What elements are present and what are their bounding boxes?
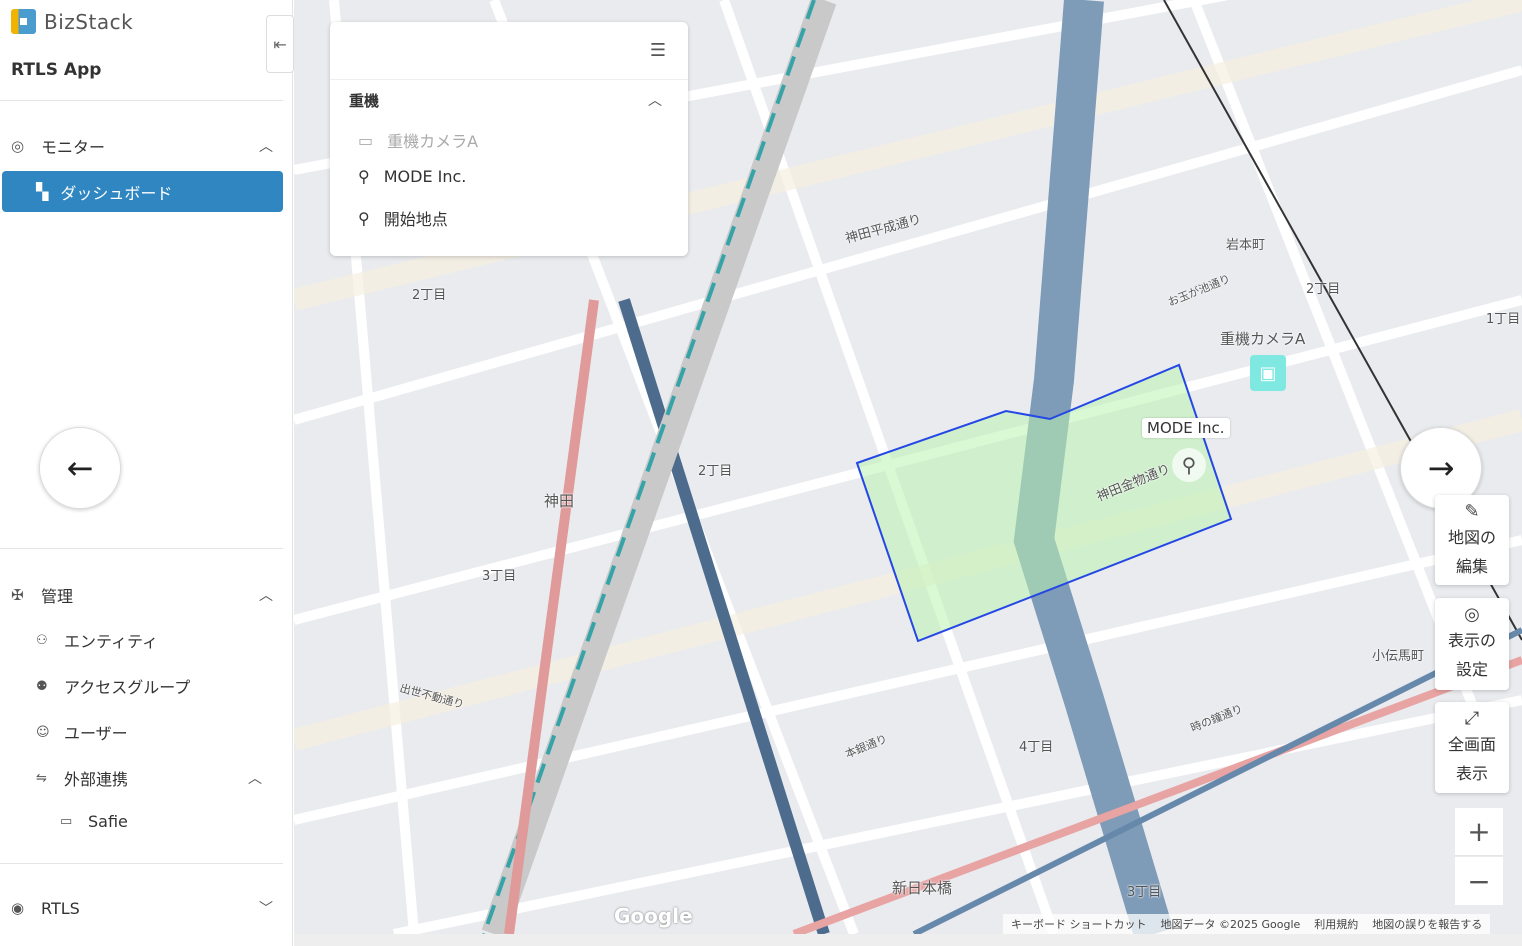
pin-icon: ⚲ — [1181, 453, 1197, 477]
collapse-sidebar-button[interactable]: ⇤ — [266, 15, 294, 73]
map-label: 小伝馬町 — [1372, 649, 1425, 664]
pin-icon: ⚲ — [358, 208, 370, 228]
chevron-up-icon: ︿ — [248, 771, 262, 787]
logo-icon — [11, 9, 36, 34]
collapse-menu-icon: ⇤ — [273, 34, 287, 54]
button-label: 表示の — [1447, 631, 1496, 650]
map-label: 2丁目 — [412, 288, 447, 303]
chevron-up-icon[interactable]: ︿ — [648, 90, 662, 110]
entity-icon: ⚇ — [36, 632, 48, 648]
sidebar-item-safie[interactable]: ▭ Safie — [60, 812, 128, 831]
app-name: RTLS App — [11, 60, 102, 80]
divider — [0, 863, 283, 864]
section-label: 管理 — [41, 587, 74, 606]
arrow-right-icon: → — [1427, 449, 1455, 487]
chevron-up-icon: ︿ — [259, 139, 273, 155]
menu-collapse-icon[interactable]: ☰ — [650, 40, 666, 61]
pencil-icon: ✎ — [1464, 501, 1480, 522]
sidebar-item-label: エンティティ — [64, 632, 159, 651]
chevron-up-icon: ︿ — [259, 588, 273, 604]
sidebar-item-entity[interactable]: ⚇ エンティティ — [36, 628, 158, 652]
users-icon: ☺ — [36, 724, 50, 740]
button-label: 表示 — [1455, 764, 1488, 783]
camera-icon: ▣ — [1259, 362, 1277, 384]
map-data-text: 地図データ ©2025 Google — [1160, 918, 1301, 931]
dashboard-icon: ▚ — [36, 182, 49, 201]
station-label: 新日本橋 — [892, 879, 953, 897]
terms-link[interactable]: 利用規約 — [1314, 916, 1358, 932]
arrow-left-icon: ← — [66, 449, 94, 487]
camera-marker[interactable]: ▣ — [1250, 355, 1286, 391]
chevron-down-icon: ﹀ — [259, 901, 273, 917]
sidebar-item-label: Safie — [88, 812, 128, 831]
edit-map-button[interactable]: ✎ 地図の編集 — [1435, 495, 1509, 585]
camera-icon: ▭ — [60, 814, 73, 829]
sidebar-item-label: ユーザー — [64, 724, 128, 743]
map-label: 2丁目 — [698, 464, 733, 479]
pin-icon: ⚲ — [358, 167, 370, 186]
sidebar-item-dashboard[interactable]: ▚ ダッシュボード — [2, 171, 283, 212]
layer-panel: ☰ 重機 ︿ ▭ 重機カメラA ⚲ MODE Inc. ⚲ 開始地点 — [330, 22, 688, 256]
prev-button[interactable]: ← — [39, 427, 121, 509]
display-settings-button[interactable]: ◎ 表示の設定 — [1435, 598, 1509, 690]
eye-icon: ◎ — [1464, 604, 1480, 625]
button-label: 全画面 — [1447, 735, 1496, 754]
group-icon: ⚉ — [36, 678, 48, 694]
sidebar-item-users[interactable]: ☺ ユーザー — [36, 720, 128, 744]
sidebar-item-label: ダッシュボード — [60, 183, 173, 203]
sidebar: BizStack RTLS App ⇤ ◎ モニター ︿ ▚ ダッシュボード ← ✠ 管… — [0, 0, 294, 946]
zoom-in-button[interactable]: + — [1455, 808, 1503, 856]
map-label: 岩本町 — [1226, 238, 1266, 253]
layer-item[interactable]: ⚲ MODE Inc. — [358, 167, 466, 186]
google-logo: Google — [614, 904, 693, 928]
layer-item[interactable]: ⚲ 開始地点 — [358, 206, 448, 230]
divider — [0, 548, 283, 549]
divider — [0, 100, 283, 101]
map-label: 4丁目 — [1019, 740, 1054, 755]
tools-icon: ✠ — [11, 586, 24, 604]
map-label: 3丁目 — [1127, 885, 1162, 900]
sidebar-item-external[interactable]: ⇋ 外部連携 ︿ — [36, 766, 262, 790]
report-error-link[interactable]: 地図の誤りを報告する — [1372, 916, 1482, 932]
brand-logo: BizStack — [11, 9, 133, 34]
swap-icon: ⇋ — [36, 770, 47, 786]
layer-group-title: 重機 — [349, 92, 380, 110]
keyboard-shortcuts-link[interactable]: キーボード ショートカット — [1011, 916, 1147, 932]
button-label: 地図の — [1447, 528, 1496, 547]
mode-marker[interactable]: ⚲ — [1172, 448, 1206, 482]
map-label: 1丁目 — [1486, 312, 1521, 327]
map-label: 2丁目 — [1306, 282, 1341, 297]
camera-marker-label: 重機カメラA — [1220, 330, 1306, 348]
user-circle-icon: ◉ — [11, 899, 25, 917]
station-label: 神田 — [544, 492, 575, 510]
fullscreen-button[interactable]: ⤢ 全画面表示 — [1435, 702, 1509, 793]
camera-icon: ▭ — [358, 130, 374, 150]
layer-item-label: MODE Inc. — [383, 167, 467, 186]
layer-item[interactable]: ▭ 重機カメラA — [358, 128, 478, 152]
map-label: 3丁目 — [482, 569, 517, 584]
map-footer — [294, 934, 1522, 946]
eye-icon: ◎ — [11, 137, 25, 155]
sidebar-item-label: アクセスグループ — [64, 678, 191, 697]
sidebar-item-access-group[interactable]: ⚉ アクセスグループ — [36, 674, 190, 698]
section-label: モニター — [41, 138, 106, 157]
section-label: RTLS — [41, 898, 80, 918]
sidebar-item-label: 外部連携 — [64, 770, 129, 789]
button-label: 編集 — [1455, 557, 1488, 576]
zoom-out-button[interactable]: − — [1455, 857, 1503, 905]
layer-item-label: 重機カメラA — [387, 132, 479, 151]
brand-name: BizStack — [44, 9, 134, 34]
mode-marker-label: MODE Inc. — [1142, 418, 1230, 438]
map-attribution: キーボード ショートカット 地図データ ©2025 Google 利用規約 地図… — [1003, 914, 1491, 934]
layer-item-label: 開始地点 — [383, 210, 448, 229]
section-admin[interactable]: ✠ 管理 ︿ — [11, 583, 273, 607]
button-label: 設定 — [1455, 660, 1488, 679]
section-rtls[interactable]: ◉ RTLS ﹀ — [11, 898, 273, 918]
expand-icon: ⤢ — [1464, 708, 1480, 729]
section-monitor[interactable]: ◎ モニター ︿ — [11, 134, 273, 158]
